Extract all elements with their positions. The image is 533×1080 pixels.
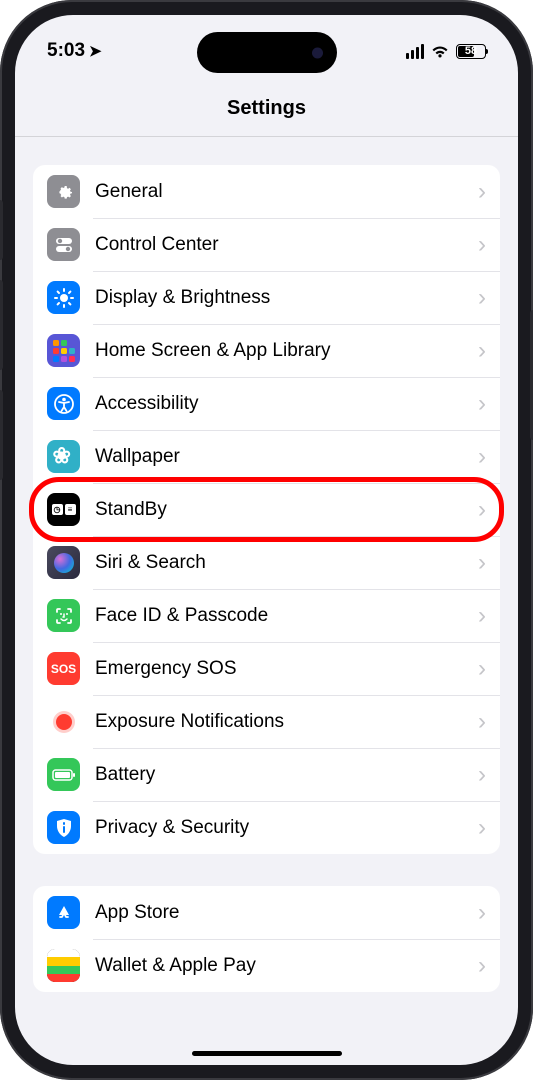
row-label: General [95, 181, 478, 203]
row-label: Siri & Search [95, 552, 478, 574]
iphone-frame: 5:03 ➤ 58 Settings General›Control Cente… [0, 0, 533, 1080]
settings-row-general[interactable]: General› [33, 165, 500, 218]
emergency-sos-icon: SOS [47, 652, 80, 685]
wifi-icon [430, 44, 450, 59]
privacy-icon [47, 811, 80, 844]
battery-icon: 58 [456, 44, 486, 59]
row-label: Wallpaper [95, 446, 478, 468]
row-label: Accessibility [95, 393, 478, 415]
chevron-right-icon: › [478, 392, 486, 416]
volume-down-button [0, 390, 3, 480]
location-icon: ➤ [89, 42, 102, 60]
standby-icon: ◷≡ [47, 493, 80, 526]
chevron-right-icon: › [478, 954, 486, 978]
home-indicator[interactable] [192, 1051, 342, 1056]
status-time: 5:03 [47, 40, 85, 62]
settings-row-face-id[interactable]: Face ID & Passcode› [33, 589, 500, 642]
settings-row-accessibility[interactable]: Accessibility› [33, 377, 500, 430]
settings-row-exposure[interactable]: Exposure Notifications› [33, 695, 500, 748]
settings-row-wallet[interactable]: Wallet & Apple Pay› [33, 939, 500, 992]
page-title: Settings [15, 97, 518, 120]
settings-row-home-screen[interactable]: Home Screen & App Library› [33, 324, 500, 377]
row-label: App Store [95, 902, 478, 924]
settings-row-wallpaper[interactable]: Wallpaper› [33, 430, 500, 483]
accessibility-icon [47, 387, 80, 420]
home-screen-icon [47, 334, 80, 367]
settings-content[interactable]: General›Control Center›Display & Brightn… [15, 137, 518, 992]
app-store-icon [47, 896, 80, 929]
row-label: Control Center [95, 234, 478, 256]
settings-row-display-brightness[interactable]: Display & Brightness› [33, 271, 500, 324]
settings-row-standby[interactable]: ◷≡ StandBy› [33, 483, 500, 536]
wallpaper-icon [47, 440, 80, 473]
control-center-icon [47, 228, 80, 261]
settings-row-siri-search[interactable]: Siri & Search› [33, 536, 500, 589]
chevron-right-icon: › [478, 763, 486, 787]
chevron-right-icon: › [478, 710, 486, 734]
chevron-right-icon: › [478, 657, 486, 681]
settings-section: App Store›Wallet & Apple Pay› [33, 886, 500, 992]
wallet-icon [47, 949, 80, 982]
siri-search-icon [47, 546, 80, 579]
chevron-right-icon: › [478, 604, 486, 628]
display-brightness-icon [47, 281, 80, 314]
face-id-icon [47, 599, 80, 632]
settings-row-emergency-sos[interactable]: SOS Emergency SOS› [33, 642, 500, 695]
chevron-right-icon: › [478, 339, 486, 363]
chevron-right-icon: › [478, 180, 486, 204]
row-label: Emergency SOS [95, 658, 478, 680]
row-label: Privacy & Security [95, 817, 478, 839]
row-label: Display & Brightness [95, 287, 478, 309]
volume-up-button [0, 280, 3, 370]
chevron-right-icon: › [478, 445, 486, 469]
chevron-right-icon: › [478, 498, 486, 522]
settings-row-privacy[interactable]: Privacy & Security› [33, 801, 500, 854]
cellular-icon [406, 44, 425, 59]
settings-row-app-store[interactable]: App Store› [33, 886, 500, 939]
dynamic-island[interactable] [197, 32, 337, 73]
navigation-bar: Settings [15, 75, 518, 137]
row-label: Home Screen & App Library [95, 340, 478, 362]
chevron-right-icon: › [478, 901, 486, 925]
row-label: StandBy [95, 499, 478, 521]
settings-row-battery[interactable]: Battery› [33, 748, 500, 801]
chevron-right-icon: › [478, 286, 486, 310]
battery-icon [47, 758, 80, 791]
row-label: Battery [95, 764, 478, 786]
chevron-right-icon: › [478, 233, 486, 257]
screen: 5:03 ➤ 58 Settings General›Control Cente… [15, 15, 518, 1065]
exposure-icon [47, 705, 80, 738]
settings-row-control-center[interactable]: Control Center› [33, 218, 500, 271]
general-icon [47, 175, 80, 208]
row-label: Exposure Notifications [95, 711, 478, 733]
battery-percent: 58 [465, 45, 477, 57]
settings-section: General›Control Center›Display & Brightn… [33, 165, 500, 854]
chevron-right-icon: › [478, 816, 486, 840]
chevron-right-icon: › [478, 551, 486, 575]
row-label: Face ID & Passcode [95, 605, 478, 627]
mute-switch [0, 200, 3, 260]
row-label: Wallet & Apple Pay [95, 955, 478, 977]
